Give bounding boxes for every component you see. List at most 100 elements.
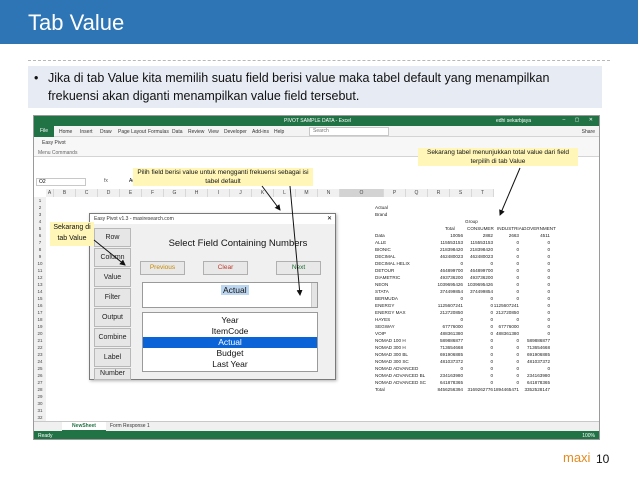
column-header-j[interactable]: J bbox=[230, 189, 252, 197]
list-item-itemcode[interactable]: ItemCode bbox=[143, 326, 317, 337]
menu-tab-add-ins[interactable]: Add-ins bbox=[252, 129, 269, 135]
search-box[interactable]: Search bbox=[309, 127, 389, 136]
table-cell: 0 bbox=[547, 240, 550, 245]
list-item-actual[interactable]: Actual bbox=[143, 337, 317, 348]
slide: Tab Value • Jika di tab Value kita memil… bbox=[0, 0, 638, 478]
table-row-label: DETOUR bbox=[375, 268, 395, 273]
cell-actual-label: Actual bbox=[375, 205, 388, 210]
user-name[interactable]: edhi sekarbjaya bbox=[496, 118, 531, 124]
value-button[interactable]: Value bbox=[94, 268, 131, 287]
list-item-year[interactable]: Year bbox=[143, 315, 317, 326]
excel-title-bar: PIVOT SAMPLE DATA - Excel edhi sekarbjay… bbox=[34, 116, 599, 126]
clear-button[interactable]: Clear bbox=[203, 261, 248, 275]
combine-button[interactable]: Combine bbox=[94, 328, 131, 347]
menu-tab-view[interactable]: View bbox=[208, 129, 219, 135]
menu-tab-review[interactable]: Review bbox=[188, 129, 204, 135]
column-header-k[interactable]: K bbox=[252, 189, 274, 197]
column-header-e[interactable]: E bbox=[120, 189, 142, 197]
bullet-box: • Jika di tab Value kita memilih suatu f… bbox=[28, 66, 602, 108]
table-row-label: NOMAD ADVANCED BL bbox=[375, 373, 426, 378]
column-header-n[interactable]: N bbox=[318, 189, 340, 197]
name-box[interactable]: O2 bbox=[36, 178, 86, 186]
column-header-d[interactable]: D bbox=[98, 189, 120, 197]
header-bar: Tab Value bbox=[0, 0, 638, 44]
table-row-label: Data bbox=[375, 233, 385, 238]
table-row-label: SEGWAY bbox=[375, 324, 395, 329]
ribbon-tabs: File Home Insert Draw Page Layout Formul… bbox=[34, 126, 599, 137]
column-header-s[interactable]: S bbox=[450, 189, 472, 197]
close-icon[interactable]: ✕ bbox=[327, 214, 332, 224]
column-header-p[interactable]: P bbox=[384, 189, 406, 197]
table-row-label: DECIMAL HELIX bbox=[375, 261, 410, 266]
selected-fields-box[interactable]: Actual bbox=[142, 282, 318, 308]
table-row-label: VOIP bbox=[375, 331, 386, 336]
table-row-label: BIONIC bbox=[375, 247, 391, 252]
column-header-i[interactable]: I bbox=[208, 189, 230, 197]
callout-right: Sekarang tabel menunjukkan total value d… bbox=[418, 148, 578, 166]
easy-pivot-dialog: Easy Pivot v1.3 - maxiresearch.com ✕ Row… bbox=[89, 213, 336, 380]
column-header-m[interactable]: M bbox=[296, 189, 318, 197]
file-tab[interactable]: File bbox=[34, 126, 54, 137]
table-row-label: NOMAD 300 H bbox=[375, 345, 406, 350]
menu-tab-home[interactable]: Home bbox=[59, 129, 72, 135]
dialog-title: Easy Pivot v1.3 - maxiresearch.com bbox=[90, 214, 335, 224]
sheet-tab-form-response[interactable]: Form Response 1 bbox=[110, 423, 150, 429]
menu-tab-page-layout[interactable]: Page Layout bbox=[118, 129, 146, 135]
menu-tab-data[interactable]: Data bbox=[172, 129, 183, 135]
field-list[interactable]: Year ItemCode Actual Budget Last Year bbox=[142, 312, 318, 372]
selected-field[interactable]: Actual bbox=[221, 285, 249, 295]
zoom-level[interactable]: 100% bbox=[582, 433, 595, 439]
menu-tab-help[interactable]: Help bbox=[274, 129, 284, 135]
fx-icon: fx bbox=[104, 178, 108, 184]
menu-tab-draw[interactable]: Draw bbox=[100, 129, 112, 135]
column-header-a[interactable]: A bbox=[46, 189, 54, 197]
filter-button[interactable]: Filter bbox=[94, 288, 131, 307]
table-cell: 0 bbox=[547, 247, 550, 252]
column-header-t[interactable]: T bbox=[472, 189, 494, 197]
menu-tab-developer[interactable]: Developer bbox=[224, 129, 247, 135]
column-header-c[interactable]: C bbox=[76, 189, 98, 197]
status-bar: Ready 100% bbox=[34, 431, 599, 439]
table-header-cell: GOVERNMENT bbox=[523, 226, 556, 231]
table-row-label: NOMAD 300 SC bbox=[375, 359, 409, 364]
table-cell: 641878365 bbox=[527, 380, 550, 385]
window-controls[interactable]: – ▢ ✕ bbox=[563, 117, 597, 123]
brand-logo: maxi bbox=[563, 450, 591, 465]
table-cell: 0 bbox=[547, 275, 550, 280]
column-header-f[interactable]: F bbox=[142, 189, 164, 197]
column-header-r[interactable]: R bbox=[428, 189, 450, 197]
previous-button[interactable]: Previous bbox=[140, 261, 185, 275]
table-cell: 0 bbox=[547, 317, 550, 322]
column-header-l[interactable]: L bbox=[274, 189, 296, 197]
menu-tab-formulas[interactable]: Formulas bbox=[148, 129, 169, 135]
table-cell: 0 bbox=[547, 324, 550, 329]
column-header-g[interactable]: G bbox=[164, 189, 186, 197]
table-row-label: BERMUDA bbox=[375, 296, 398, 301]
list-item-budget[interactable]: Budget bbox=[143, 348, 317, 359]
column-button[interactable]: Column bbox=[94, 248, 131, 267]
number-button[interactable]: Number bbox=[94, 368, 131, 380]
share-button[interactable]: Share bbox=[582, 129, 595, 135]
column-header-b[interactable]: B bbox=[54, 189, 76, 197]
column-header-h[interactable]: H bbox=[186, 189, 208, 197]
table-cell: 234163980 bbox=[527, 373, 550, 378]
menu-tab-insert[interactable]: Insert bbox=[80, 129, 93, 135]
table-row-label: ENERGY MAX bbox=[375, 310, 406, 315]
bullet-icon: • bbox=[34, 71, 39, 85]
table-cell: 0 bbox=[547, 366, 550, 371]
row-button[interactable]: Row bbox=[94, 228, 131, 247]
output-button[interactable]: Output bbox=[94, 308, 131, 327]
table-cell: 0 bbox=[547, 254, 550, 259]
column-header-q[interactable]: Q bbox=[406, 189, 428, 197]
sheet-tab-bar: NewSheet Form Response 1 bbox=[34, 421, 599, 432]
table-row-label: STATA bbox=[375, 289, 389, 294]
easy-pivot-button[interactable]: Easy Pivot bbox=[42, 140, 66, 146]
table-row-label: HAYES bbox=[375, 317, 391, 322]
column-header-o[interactable]: O bbox=[340, 189, 384, 197]
table-row-label: ALLE bbox=[375, 240, 387, 245]
scrollbar[interactable] bbox=[311, 283, 317, 307]
table-cell: 713654668 bbox=[527, 345, 550, 350]
list-item-last-year[interactable]: Last Year bbox=[143, 359, 317, 370]
next-button[interactable]: Next bbox=[276, 261, 321, 275]
label-button[interactable]: Label bbox=[94, 348, 131, 367]
